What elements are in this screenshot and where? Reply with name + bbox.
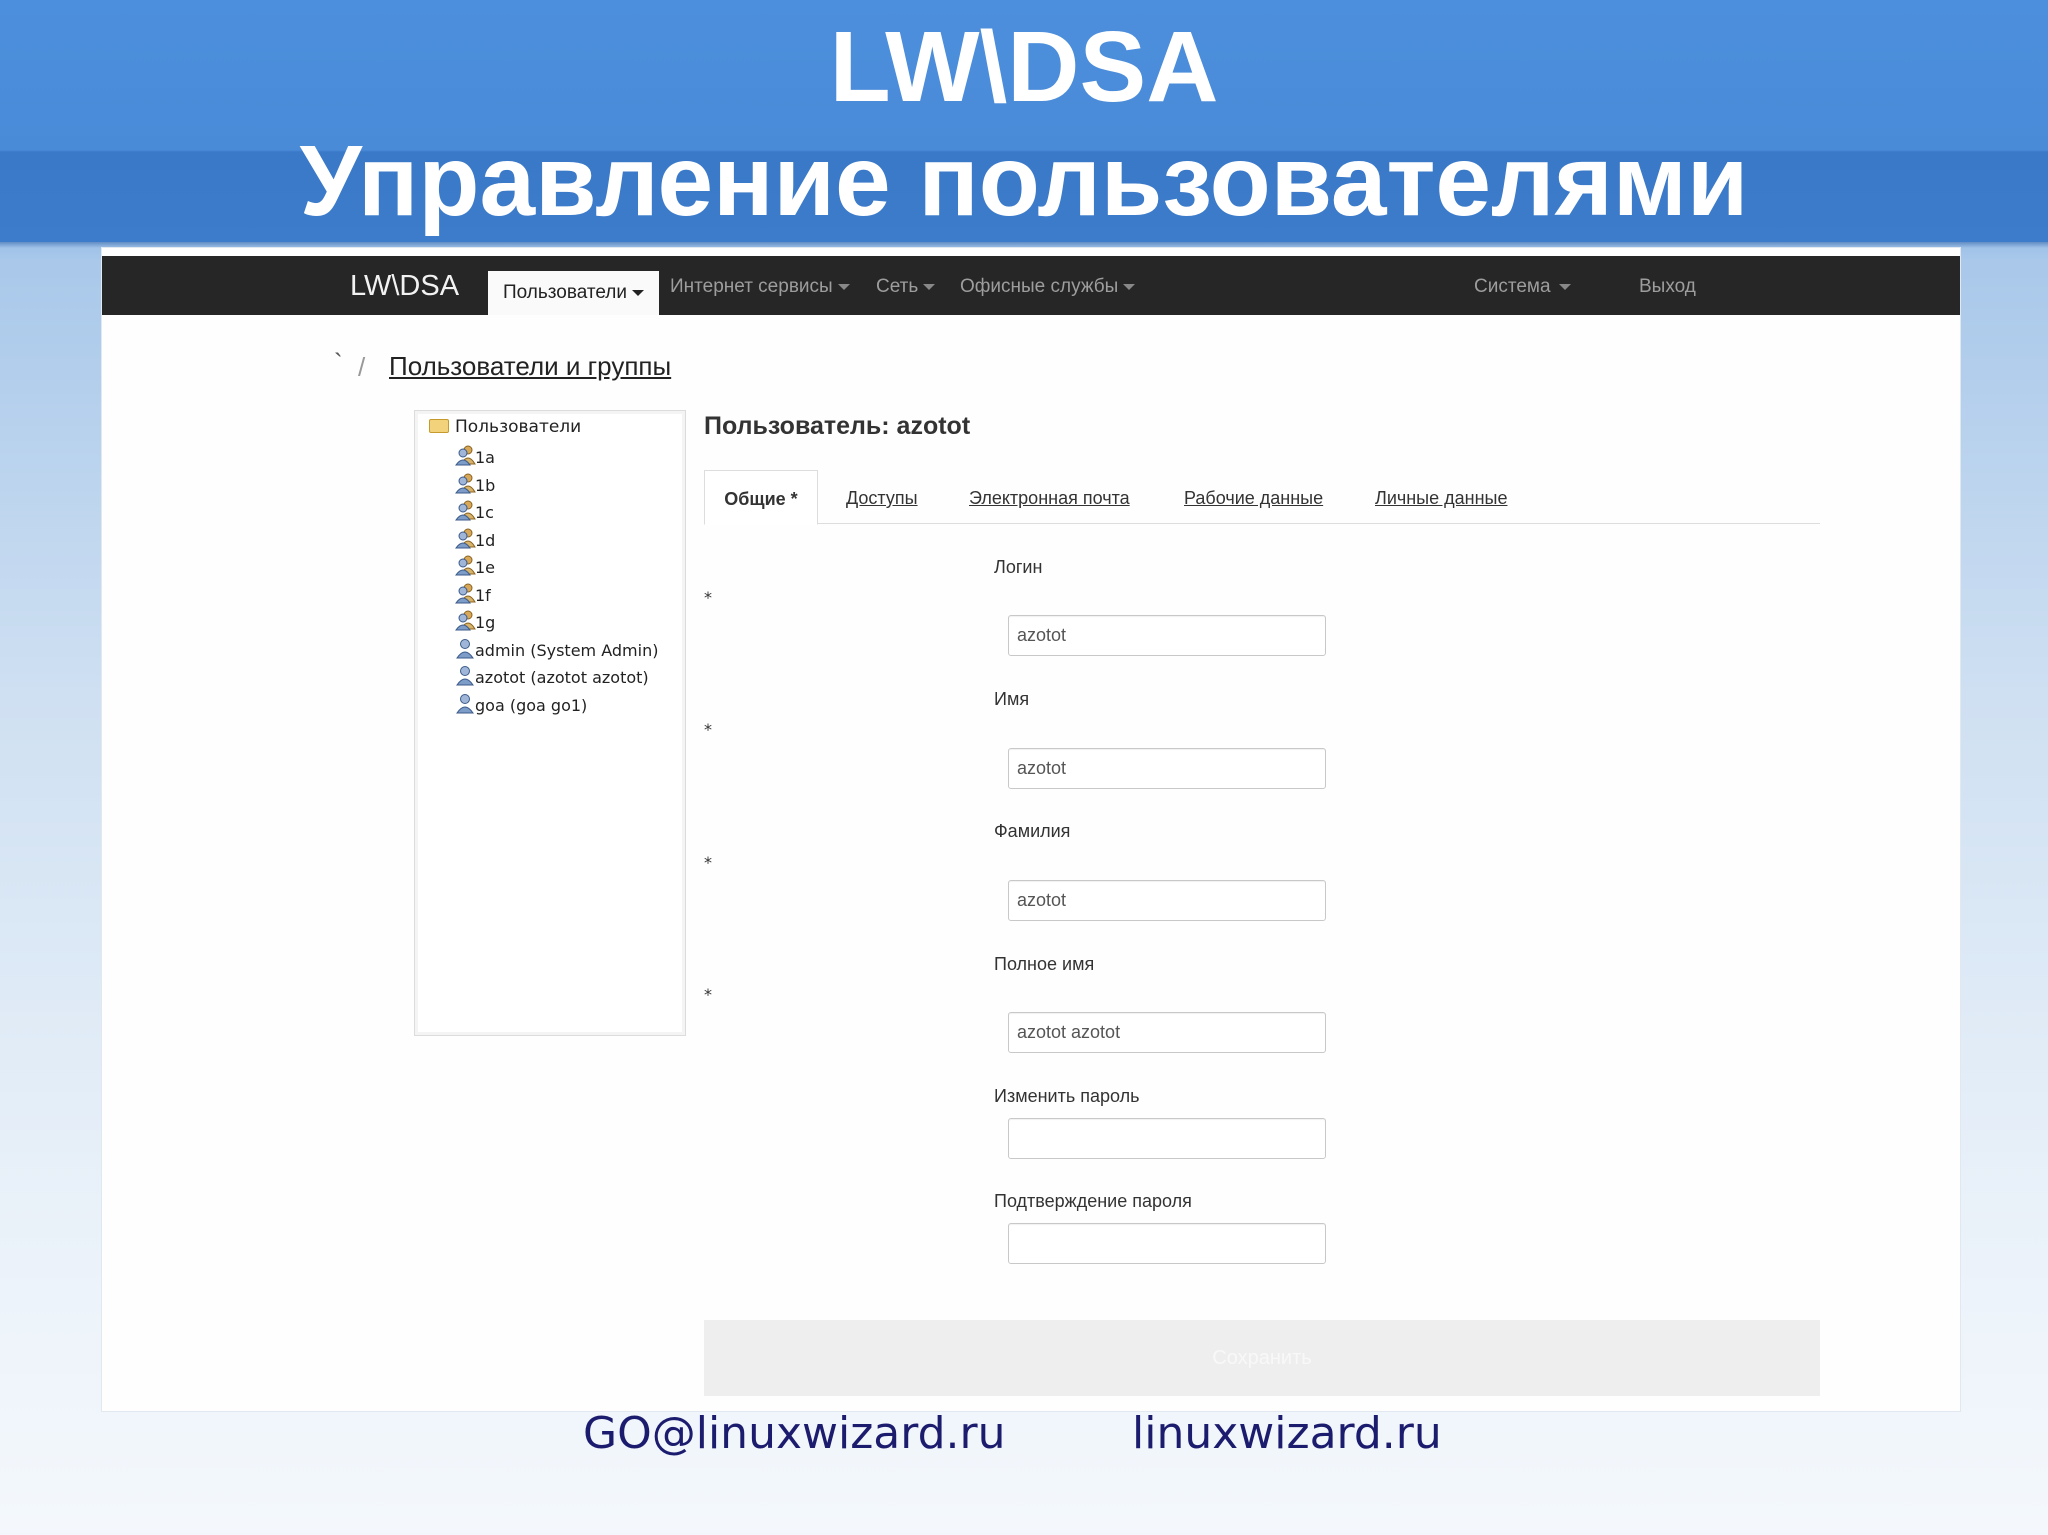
- group-icon: [455, 472, 476, 493]
- change-password-field[interactable]: [1008, 1118, 1326, 1159]
- group-icon: [455, 444, 476, 466]
- tab-work-data[interactable]: Рабочие данные: [1184, 470, 1323, 524]
- tree-group-item[interactable]: 1b: [455, 472, 496, 495]
- tree-item-label: admin (System Admin): [475, 640, 659, 660]
- nav-system[interactable]: Система: [1474, 276, 1571, 298]
- tree-group-item[interactable]: 1e: [455, 554, 496, 577]
- tree-user-item[interactable]: goa (goa go1): [455, 692, 588, 715]
- group-icon: [455, 527, 476, 548]
- tree-group-item[interactable]: 1a: [455, 444, 495, 467]
- tree-item-label: 1c: [475, 503, 494, 522]
- user-icon: [455, 692, 475, 713]
- tree-item-label: goa (goa go1): [475, 695, 588, 715]
- tab-bar: Общие * Доступы Электронная почта Рабочи…: [704, 470, 1820, 525]
- folder-open-icon: [429, 419, 449, 433]
- required-marker: *: [704, 720, 712, 739]
- user-tree: Пользователи 1a 1b 1c 1d 1e 1f 1g admin (System…: [414, 410, 686, 1036]
- group-icon: [455, 582, 476, 603]
- full-name-field[interactable]: [1008, 1012, 1326, 1053]
- save-bar: Сохранить: [704, 1320, 1820, 1396]
- chevron-down-icon: [1558, 283, 1571, 290]
- tree-item-label: azotot (azotot azotot): [475, 668, 649, 687]
- tab-personal-data[interactable]: Личные данные: [1375, 470, 1507, 524]
- tree-group-item[interactable]: 1g: [455, 609, 496, 632]
- slide-header: LW\DSA Управление пользователями: [0, 0, 2048, 248]
- chevron-down-icon: [632, 289, 645, 296]
- group-icon: [455, 554, 476, 576]
- navbar: LW\DSA Пользователи Интернет сервисы Сет…: [102, 256, 1960, 315]
- page-title: Пользователь: azotot: [704, 412, 971, 440]
- breadcrumb-home[interactable]: `: [334, 348, 343, 379]
- full-name-label: Полное имя: [994, 954, 1095, 974]
- chevron-down-icon: [1123, 283, 1136, 290]
- tree-root-users[interactable]: Пользователи: [429, 417, 581, 437]
- tab-access[interactable]: Доступы: [846, 470, 918, 524]
- user-icon: [455, 637, 475, 658]
- tab-general[interactable]: Общие *: [704, 470, 818, 525]
- login-field[interactable]: [1008, 615, 1326, 656]
- nav-users-label: Пользователи: [503, 282, 628, 303]
- nav-network[interactable]: Сеть: [876, 276, 936, 298]
- first-name-field[interactable]: [1008, 748, 1326, 789]
- change-password-label: Изменить пароль: [994, 1086, 1140, 1106]
- login-label: Логин: [994, 557, 1043, 577]
- required-marker: *: [704, 985, 712, 1004]
- chevron-down-icon: [837, 283, 850, 290]
- last-name-field[interactable]: [1008, 880, 1326, 921]
- tree-user-item[interactable]: admin (System Admin): [455, 637, 659, 660]
- tree-group-item[interactable]: 1c: [455, 499, 494, 522]
- nav-logout[interactable]: Выход: [1639, 276, 1696, 298]
- app-window: LW\DSA Пользователи Интернет сервисы Сет…: [102, 248, 1960, 1411]
- tree-group-item[interactable]: 1d: [455, 527, 496, 550]
- nav-office-services-label: Офисные службы: [960, 276, 1119, 297]
- tree-user-item[interactable]: azotot (azotot azotot): [455, 664, 649, 687]
- tab-email[interactable]: Электронная почта: [969, 470, 1130, 524]
- confirm-password-field[interactable]: [1008, 1223, 1326, 1264]
- tree-item-label: 1e: [475, 558, 496, 577]
- tree-item-label: 1g: [475, 613, 496, 632]
- nav-network-label: Сеть: [876, 276, 919, 297]
- nav-internet-services[interactable]: Интернет сервисы: [670, 276, 850, 298]
- tree-item-label: 1d: [475, 530, 496, 550]
- nav-internet-services-label: Интернет сервисы: [670, 276, 833, 297]
- tree-root-label: Пользователи: [455, 417, 582, 437]
- tree-item-label: 1a: [475, 448, 495, 467]
- nav-logout-label: Выход: [1639, 276, 1696, 297]
- breadcrumb-separator: /: [358, 352, 366, 382]
- chevron-down-icon: [923, 283, 936, 290]
- group-icon: [455, 499, 476, 521]
- first-name-label: Имя: [994, 689, 1030, 709]
- brand-logo[interactable]: LW\DSA: [350, 270, 459, 303]
- footer-site[interactable]: linuxwizard.ru: [1132, 1408, 1442, 1459]
- nav-users[interactable]: Пользователи: [488, 271, 660, 315]
- last-name-label: Фамилия: [994, 821, 1071, 841]
- tree-item-label: 1b: [475, 475, 496, 495]
- confirm-password-label: Подтверждение пароля: [994, 1191, 1192, 1211]
- footer-email[interactable]: GO@linuxwizard.ru: [583, 1408, 1005, 1459]
- group-icon: [455, 609, 476, 631]
- required-marker: *: [704, 588, 712, 607]
- tree-group-item[interactable]: 1f: [455, 582, 491, 605]
- required-marker: *: [704, 853, 712, 872]
- tree-item-label: 1f: [475, 585, 491, 605]
- save-button[interactable]: Сохранить: [704, 1320, 1820, 1396]
- slide-subtitle: Управление пользователями: [299, 125, 1749, 237]
- nav-system-label: Система: [1474, 276, 1551, 297]
- slide-title: LW\DSA: [829, 11, 1219, 123]
- user-icon: [455, 664, 475, 686]
- breadcrumb-users-groups[interactable]: Пользователи и группы: [389, 351, 671, 382]
- nav-office-services[interactable]: Офисные службы: [960, 276, 1136, 298]
